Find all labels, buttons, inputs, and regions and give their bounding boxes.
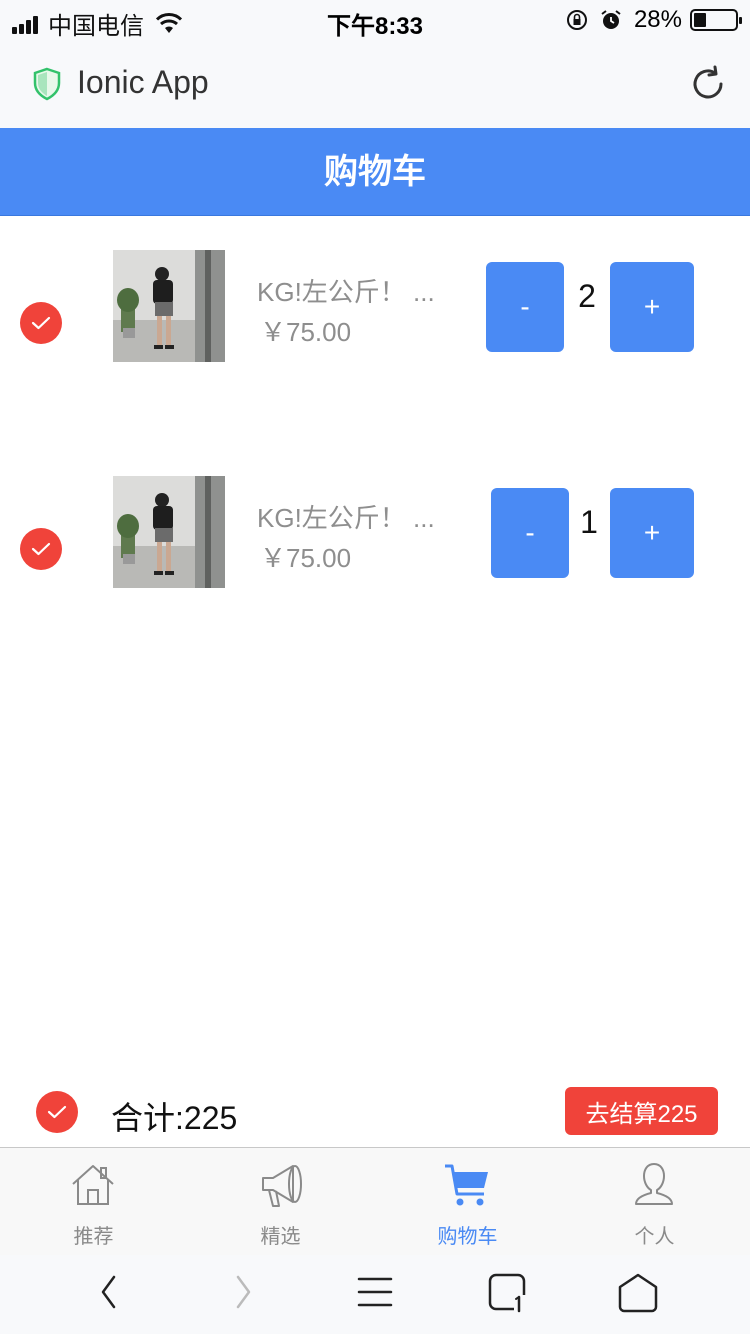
shield-icon (33, 67, 61, 101)
tab-label: 精选 (260, 1226, 301, 1248)
checkout-button[interactable]: 去结算225 (565, 1087, 718, 1135)
product-price: ￥75.00 (260, 317, 352, 347)
item-checkbox[interactable] (20, 528, 62, 570)
tab-featured[interactable]: 精选 (187, 1148, 374, 1256)
tab-label: 个人 (634, 1226, 675, 1248)
home-button-icon[interactable] (616, 1271, 660, 1315)
status-bar: 中国电信 下午8:33 28% (0, 0, 750, 40)
quantity-value: 1 (580, 504, 598, 540)
tab-label: 购物车 (437, 1226, 498, 1248)
person-icon (635, 1163, 673, 1205)
tab-recommend[interactable]: 推荐 (0, 1148, 187, 1256)
home-icon (72, 1165, 114, 1205)
orientation-lock-icon (566, 10, 587, 30)
reload-icon[interactable] (688, 64, 728, 104)
item-checkbox[interactable] (20, 302, 62, 344)
page-title: 购物车 (0, 128, 750, 216)
check-icon (31, 316, 51, 330)
tab-bar: 推荐 精选 购物车 个人 (0, 1147, 750, 1255)
decrease-quantity-button[interactable]: - (486, 262, 564, 352)
menu-icon[interactable] (353, 1271, 397, 1315)
status-right: 28% (566, 6, 742, 34)
increase-quantity-button[interactable]: + (610, 262, 694, 352)
product-photo (113, 250, 225, 362)
check-icon (31, 542, 51, 556)
back-icon[interactable] (87, 1271, 131, 1315)
alarm-icon (601, 10, 621, 29)
product-name[interactable]: KG!左公斤！ ... (257, 498, 447, 535)
tab-cart[interactable]: 购物车 (374, 1148, 561, 1256)
decrease-quantity-button[interactable]: - (491, 488, 569, 578)
battery-icon (690, 9, 742, 31)
browser-toolbar (0, 1255, 750, 1334)
quantity-value: 2 (578, 278, 596, 314)
forward-icon[interactable] (221, 1271, 265, 1315)
megaphone-icon (262, 1165, 302, 1207)
battery-percent: 28% (633, 6, 682, 33)
tab-profile[interactable]: 个人 (561, 1148, 748, 1256)
browser-address-bar: Ionic App (0, 40, 750, 128)
check-icon (47, 1105, 67, 1119)
tabs-icon[interactable] (486, 1271, 530, 1315)
select-all-checkbox[interactable] (36, 1091, 78, 1133)
cart-item: KG!左公斤！ ... ￥75.00 - 1 + (0, 466, 750, 606)
browser-page-title: Ionic App (77, 64, 209, 100)
cart-icon (445, 1164, 488, 1206)
product-photo (113, 476, 225, 588)
product-image[interactable] (113, 476, 225, 588)
cart-total: 合计:225 (111, 1100, 238, 1136)
cart-item: KG!左公斤！ ... ￥75.00 - 2 + (0, 240, 750, 380)
product-price: ￥75.00 (260, 543, 352, 573)
product-name[interactable]: KG!左公斤！ ... (257, 272, 447, 309)
increase-quantity-button[interactable]: + (610, 488, 694, 578)
product-image[interactable] (113, 250, 225, 362)
tab-label: 推荐 (73, 1226, 114, 1248)
